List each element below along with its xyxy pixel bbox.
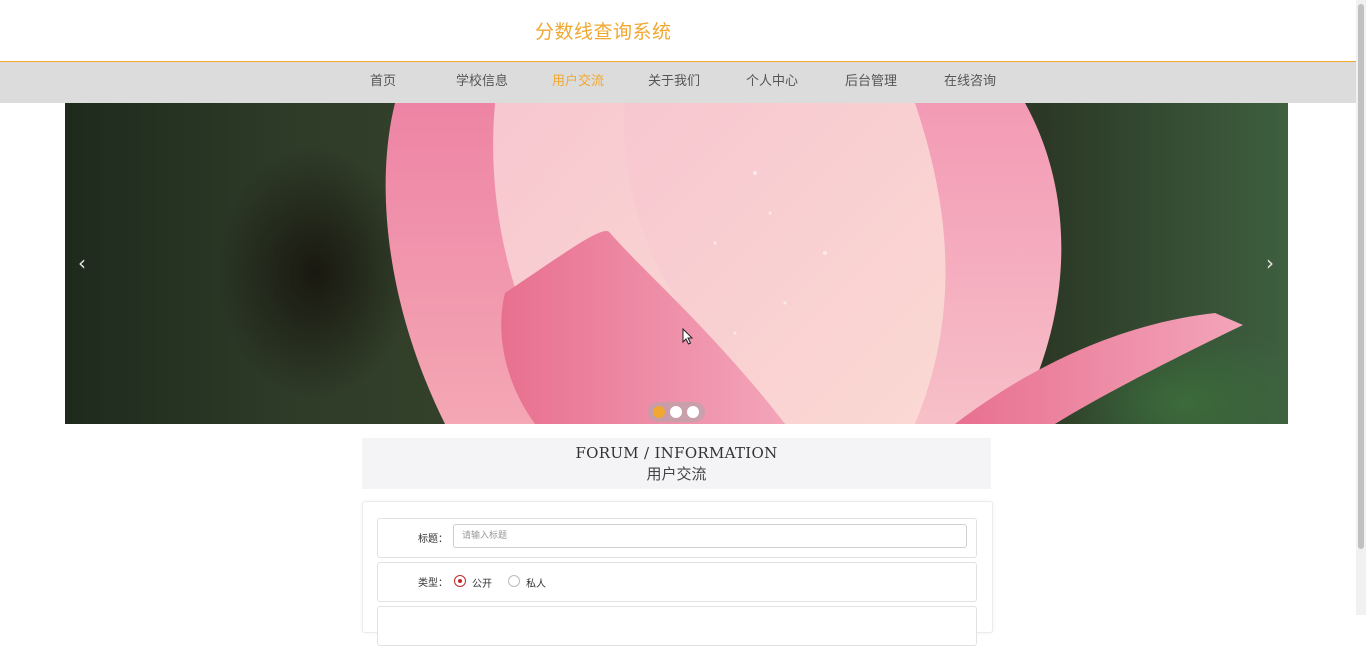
carousel-pagination — [648, 402, 705, 422]
carousel-dot-3[interactable] — [687, 406, 699, 418]
carousel-next-button[interactable]: › — [1258, 248, 1282, 278]
carousel-dot-1[interactable] — [653, 406, 665, 418]
section-title-cn: 用户交流 — [646, 465, 707, 483]
chevron-right-icon: › — [1266, 251, 1274, 275]
post-form: 标题： 类型： 公开 私人 — [362, 501, 993, 646]
main-nav: 首页 学校信息 用户交流 关于我们 个人中心 后台管理 在线咨询 — [0, 62, 1356, 103]
title-row: 标题： — [377, 518, 977, 558]
type-private-label[interactable]: 私人 — [526, 575, 546, 590]
nav-item-school-info[interactable]: 学校信息 — [456, 62, 508, 103]
header: 分数线查询系统 — [0, 0, 1356, 62]
nav-item-home[interactable]: 首页 — [370, 62, 396, 103]
title-label: 标题： — [418, 534, 448, 545]
nav-item-consult[interactable]: 在线咨询 — [944, 62, 996, 103]
nav-item-profile[interactable]: 个人中心 — [746, 62, 798, 103]
section-header: FORUM / INFORMATION 用户交流 — [362, 438, 991, 489]
scrollbar-thumb[interactable] — [1358, 4, 1364, 549]
type-private-radio[interactable] — [508, 575, 520, 587]
section-title-en: FORUM / INFORMATION — [575, 444, 778, 462]
type-row: 类型： 公开 私人 — [377, 562, 977, 602]
type-public-radio[interactable] — [454, 575, 466, 587]
nav-item-about[interactable]: 关于我们 — [648, 62, 700, 103]
content-row — [377, 606, 977, 646]
type-public-label[interactable]: 公开 — [472, 575, 492, 590]
chevron-left-icon: ‹ — [78, 251, 86, 275]
type-label: 类型： — [418, 578, 448, 589]
title-input[interactable] — [453, 524, 967, 548]
site-title: 分数线查询系统 — [535, 21, 672, 43]
nav-item-forum[interactable]: 用户交流 — [552, 62, 604, 103]
mouse-cursor-icon — [682, 328, 694, 345]
carousel-slide-image — [385, 103, 1243, 424]
nav-item-admin[interactable]: 后台管理 — [845, 62, 897, 103]
carousel-prev-button[interactable]: ‹ — [70, 248, 94, 278]
page-scrollbar[interactable] — [1356, 0, 1366, 615]
carousel-dot-2[interactable] — [670, 406, 682, 418]
carousel[interactable]: ‹ › — [65, 103, 1288, 424]
